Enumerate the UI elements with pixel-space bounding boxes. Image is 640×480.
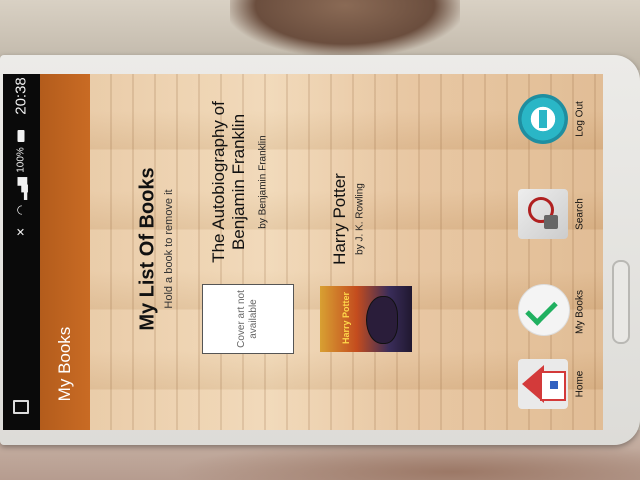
status-time: 20:38 [12,77,30,115]
hand [170,440,640,480]
mute-icon: ✕ [15,227,28,237]
status-bar: 20:38 100% ▂▄▆ ◠ ✕ [3,74,40,430]
battery-icon [17,130,25,142]
book-cover-image: Harry Potter [320,286,412,352]
phone-screen: 20:38 100% ▂▄▆ ◠ ✕ My Books My List Of B… [3,74,603,430]
cover-placeholder-text: Cover art not available [236,290,259,348]
book-cover-placeholder: Cover art not available [202,284,294,354]
cover-figure [366,296,398,344]
book-author: by J. K. Rowling [354,183,366,255]
page-hint: Hold a book to remove it [163,189,175,309]
finger [230,0,460,55]
action-bar: My Books [40,74,90,430]
notification-icon [13,400,29,414]
bottom-navigation: Log Out Search My Books Home [510,74,603,430]
cover-title-text: Harry Potter [341,291,351,345]
book-title: The Autobiography of Benjamin Franklin [209,101,248,263]
signal-icon: ▂▄▆ [15,178,28,200]
book-list-content: My List Of Books Hold a book to remove i… [90,74,603,430]
book-author: by Benjamin Franklin [257,135,269,229]
wifi-icon: ◠ [14,204,28,216]
logout-icon[interactable] [518,94,568,144]
home-window [550,381,558,389]
nav-label: Home [574,370,586,398]
home-icon[interactable] [518,359,568,409]
book-title: Harry Potter [330,173,349,265]
nav-label: My Books [574,290,586,334]
battery-level: 100% [15,147,27,173]
search-icon[interactable] [518,189,568,239]
home-hardware-button[interactable] [612,260,630,344]
nav-label: Search [574,198,586,230]
action-bar-title: My Books [55,326,74,402]
nav-label: Log Out [574,101,586,137]
page-title: My List Of Books [136,167,159,331]
checkmark-icon[interactable] [518,284,570,336]
